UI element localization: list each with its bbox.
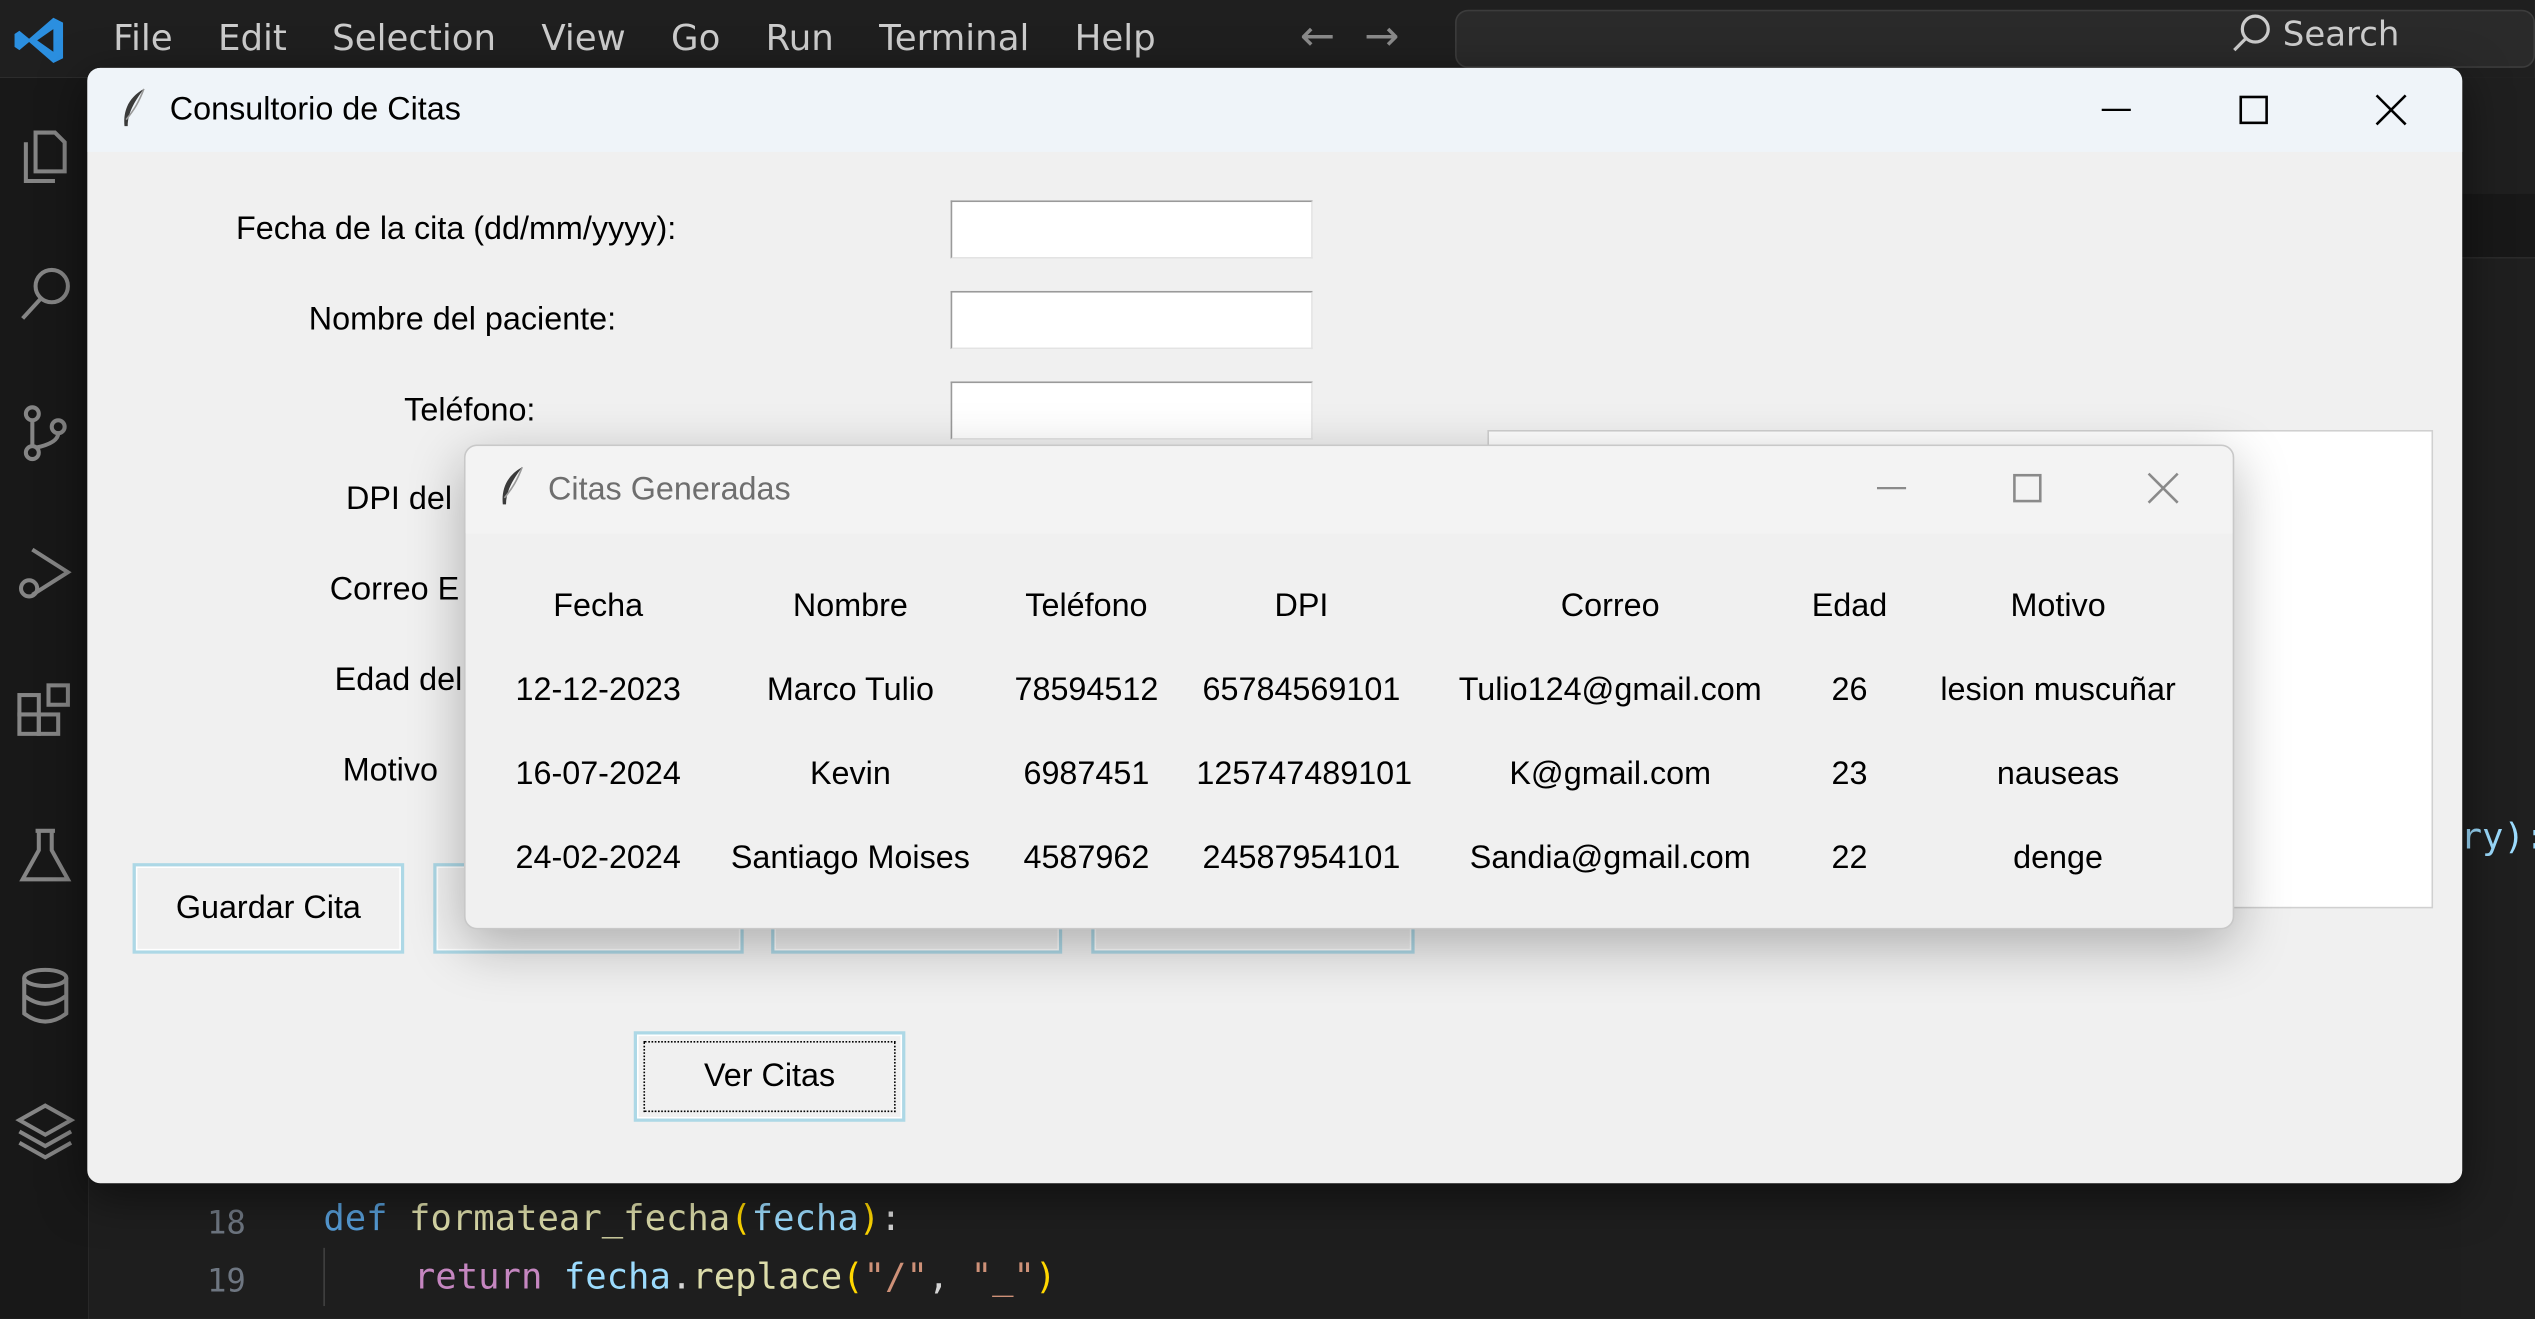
- testing-flask-icon[interactable]: [13, 824, 78, 889]
- cell-correo: Sandia@gmail.com: [1469, 840, 1751, 877]
- header-motivo: Motivo: [2010, 588, 2106, 624]
- menu-help[interactable]: Help: [1075, 19, 1156, 59]
- vscode-titlebar: File Edit Selection View Go Run Terminal…: [0, 0, 2535, 78]
- vscode-logo-icon: [14, 17, 64, 64]
- cell-telefono: 4587962: [1023, 840, 1150, 877]
- tk-feather-icon: [502, 466, 523, 505]
- indent-guide: [323, 1247, 325, 1307]
- header-dpi: DPI: [1274, 588, 1329, 624]
- menu-run[interactable]: Run: [766, 19, 834, 59]
- citas-generadas-window: Citas Generadas Fecha Nombre Teléfono DP…: [463, 444, 2235, 930]
- label-fecha: Fecha de la cita (dd/mm/yyyy):: [236, 211, 677, 248]
- cell-motivo: lesion muscuñar: [1940, 672, 2176, 708]
- popup-maximize-button[interactable]: [1963, 446, 2092, 530]
- header-edad: Edad: [1811, 588, 1888, 624]
- header-telefono: Teléfono: [1025, 588, 1148, 624]
- activity-bar: [0, 77, 89, 1319]
- cell-edad: 22: [1831, 840, 1868, 877]
- cell-nombre: Santiago Moises: [730, 840, 970, 877]
- cell-correo: Tulio124@gmail.com: [1458, 672, 1762, 708]
- cell-dpi: 24587954101: [1202, 840, 1401, 877]
- telefono-input[interactable]: [950, 381, 1313, 440]
- search-label: Search: [2282, 14, 2400, 54]
- cell-nombre: Kevin: [809, 756, 891, 793]
- menu-selection[interactable]: Selection: [332, 19, 496, 59]
- nav-arrows: ← →: [1300, 13, 1429, 61]
- right-editor-tab[interactable]: [2460, 193, 2535, 259]
- popup-title: Citas Generadas: [548, 471, 791, 508]
- ver-citas-button[interactable]: Ver Citas: [633, 1031, 906, 1122]
- label-motivo: Motivo: [342, 753, 438, 789]
- close-button[interactable]: [2326, 68, 2455, 152]
- close-icon: [2375, 94, 2407, 126]
- cell-dpi: 125747489101: [1196, 756, 1413, 793]
- layers-icon[interactable]: [13, 1099, 78, 1164]
- cell-motivo: denge: [2013, 840, 2104, 877]
- line-number: 19: [206, 1260, 246, 1300]
- menu-bar: File Edit Selection View Go Run Terminal…: [113, 0, 1201, 78]
- menu-go[interactable]: Go: [671, 19, 720, 59]
- database-icon[interactable]: [13, 963, 78, 1028]
- code-line-19[interactable]: return fecha.replace("/", "_"): [414, 1258, 1057, 1298]
- maximize-icon: [2239, 95, 2268, 125]
- cell-dpi: 65784569101: [1202, 672, 1401, 708]
- search-box[interactable]: Search: [2231, 13, 2399, 55]
- menu-view[interactable]: View: [541, 19, 625, 59]
- maximize-button[interactable]: [2189, 68, 2318, 152]
- minimize-button[interactable]: [2052, 68, 2181, 152]
- popup-close-button[interactable]: [2098, 446, 2227, 530]
- label-edad: Edad del: [334, 662, 463, 699]
- source-control-icon[interactable]: [13, 401, 78, 466]
- label-nombre: Nombre del paciente:: [308, 302, 617, 338]
- menu-terminal[interactable]: Terminal: [879, 19, 1029, 59]
- window-title: Consultorio de Citas: [169, 92, 461, 128]
- cell-fecha: 12-12-2023: [515, 672, 681, 708]
- explorer-icon[interactable]: [13, 123, 78, 188]
- popup-minimize-button[interactable]: [1827, 446, 1956, 530]
- menu-file[interactable]: File: [113, 19, 173, 59]
- fecha-input[interactable]: [950, 200, 1313, 259]
- cell-fecha: 24-02-2024: [515, 840, 681, 877]
- window-titlebar[interactable]: Consultorio de Citas: [87, 67, 2463, 152]
- cell-telefono: 6987451: [1023, 756, 1150, 793]
- run-debug-icon[interactable]: [13, 540, 78, 605]
- tk-feather-icon: [124, 88, 145, 127]
- popup-titlebar[interactable]: Citas Generadas: [465, 446, 2233, 534]
- nombre-input[interactable]: [950, 290, 1313, 350]
- header-correo: Correo: [1560, 588, 1660, 624]
- label-correo: Correo E: [329, 572, 460, 608]
- label-dpi: DPI del: [345, 481, 453, 518]
- back-arrow-icon[interactable]: ←: [1300, 13, 1335, 61]
- cell-edad: 23: [1831, 756, 1868, 793]
- code-line-18[interactable]: def formatear_fecha(fecha):: [323, 1199, 901, 1239]
- right-editor-strip: [2460, 77, 2535, 1319]
- cell-motivo: nauseas: [1996, 756, 2120, 793]
- cell-edad: 26: [1831, 672, 1868, 708]
- line-number: 18: [206, 1202, 246, 1242]
- cell-correo: K@gmail.com: [1509, 756, 1712, 793]
- close-icon: [2147, 472, 2179, 504]
- guardar-cita-button[interactable]: Guardar Cita: [132, 863, 405, 954]
- header-fecha: Fecha: [553, 588, 644, 624]
- cell-fecha: 16-07-2024: [515, 756, 681, 793]
- focus-ring: [643, 1040, 896, 1113]
- code-fragment: ry):: [2460, 817, 2535, 859]
- header-nombre: Nombre: [792, 588, 908, 624]
- search-sidebar-icon[interactable]: [13, 262, 78, 327]
- search-icon: [2233, 14, 2270, 52]
- menu-edit[interactable]: Edit: [218, 19, 287, 59]
- minimize-icon: [1876, 487, 1907, 490]
- extensions-icon[interactable]: [13, 682, 78, 747]
- maximize-icon: [2013, 473, 2042, 503]
- label-telefono: Teléfono:: [404, 392, 536, 429]
- cell-telefono: 78594512: [1014, 672, 1159, 708]
- cell-nombre: Marco Tulio: [766, 672, 934, 708]
- forward-arrow-icon[interactable]: →: [1364, 13, 1399, 61]
- minimize-icon: [2101, 108, 2131, 112]
